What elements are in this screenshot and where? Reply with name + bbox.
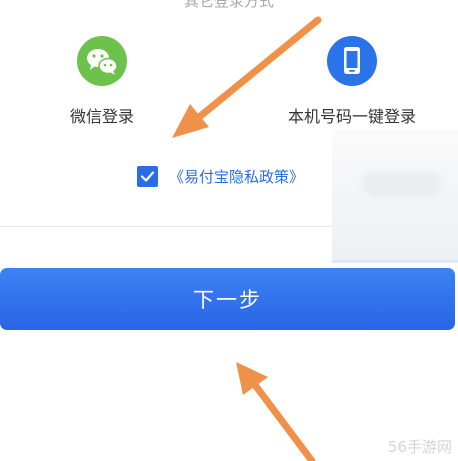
arrow-pointing-to-agreement xyxy=(172,16,322,138)
annotation-arrows xyxy=(172,16,322,461)
arrow-pointing-to-next-button xyxy=(236,362,316,461)
watermark-text: 56手游网 xyxy=(387,438,452,456)
